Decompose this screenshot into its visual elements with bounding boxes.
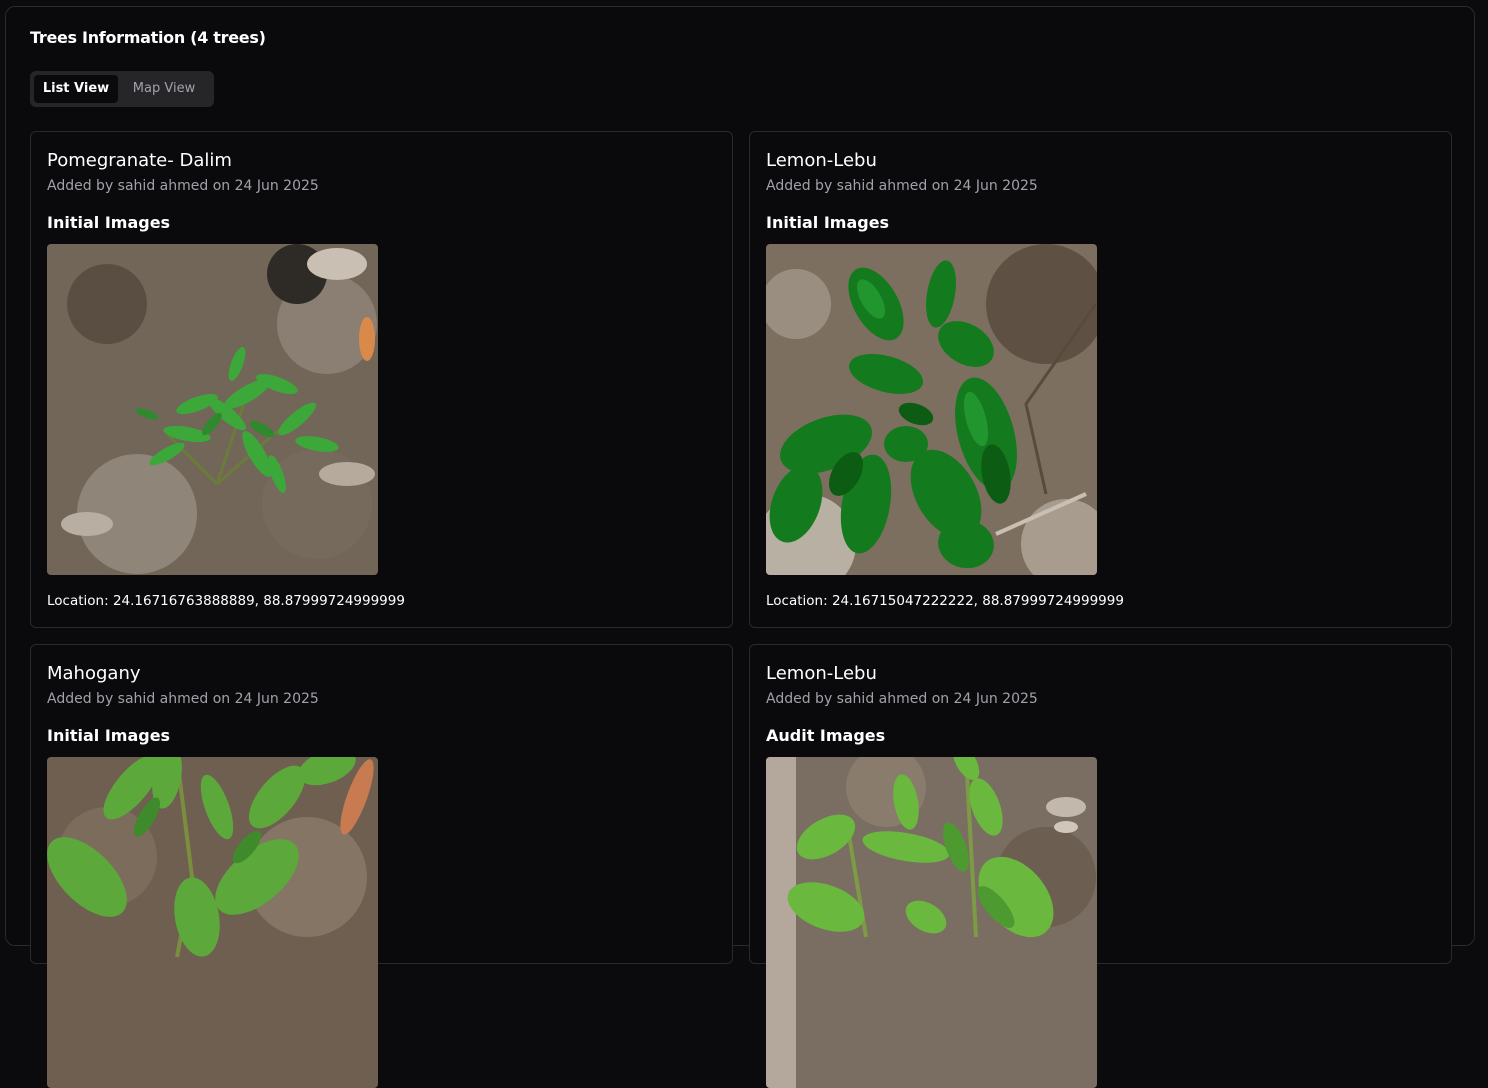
images-section-title: Initial Images (766, 213, 890, 232)
tree-location: Location: 24.16715047222222, 88.87999724… (766, 593, 1124, 609)
tree-card: Lemon-Lebu Added by sahid ahmed on 24 Ju… (749, 131, 1452, 628)
tree-added-by: Added by sahid ahmed on 24 Jun 2025 (766, 691, 1038, 707)
map-view-tab[interactable]: Map View (122, 75, 206, 103)
tree-name: Mahogany (47, 663, 141, 684)
images-section-title: Initial Images (47, 726, 171, 745)
tree-name: Lemon-Lebu (766, 663, 877, 684)
tree-card: Pomegranate- Dalim Added by sahid ahmed … (30, 131, 733, 628)
images-section-title: Audit Images (766, 726, 886, 745)
tree-card: Mahogany Added by sahid ahmed on 24 Jun … (30, 644, 733, 1088)
tree-added-by: Added by sahid ahmed on 24 Jun 2025 (766, 178, 1038, 194)
page-title: Trees Information (4 trees) (30, 28, 266, 47)
tree-photo[interactable] (47, 244, 378, 575)
view-toggle: List View Map View (30, 71, 214, 107)
tree-photo[interactable] (766, 757, 1097, 1088)
tree-photo[interactable] (47, 757, 378, 1088)
tree-added-by: Added by sahid ahmed on 24 Jun 2025 (47, 691, 319, 707)
list-view-tab[interactable]: List View (34, 75, 118, 103)
tree-added-by: Added by sahid ahmed on 24 Jun 2025 (47, 178, 319, 194)
tree-photo[interactable] (766, 244, 1097, 575)
tree-name: Pomegranate- Dalim (47, 150, 232, 171)
images-section-title: Initial Images (47, 213, 171, 232)
tree-name: Lemon-Lebu (766, 150, 877, 171)
tree-location: Location: 24.16716763888889, 88.87999724… (47, 593, 405, 609)
tree-card: Lemon-Lebu Added by sahid ahmed on 24 Ju… (749, 644, 1452, 1088)
trees-information-panel: Trees Information (4 trees) List View Ma… (5, 6, 1475, 1088)
